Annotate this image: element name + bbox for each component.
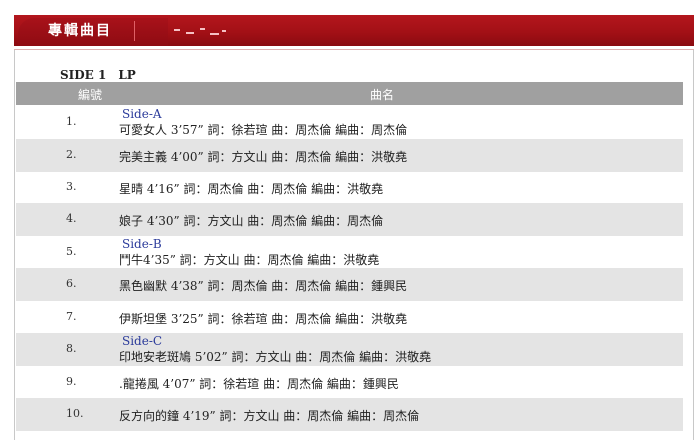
column-header-number: 編號 <box>78 88 103 102</box>
table-row: 7. 伊斯坦堡 3’25” 詞：徐若瑄 曲：周杰倫 編曲：洪敬堯 <box>16 301 683 334</box>
header-decoration <box>200 28 205 30</box>
header-decoration <box>222 30 226 32</box>
header-decoration <box>174 29 180 31</box>
track-number: 3. <box>66 180 77 193</box>
track-info: 娘子 4’30” 詞：方文山 曲：周杰倫 編曲：周杰倫 <box>119 214 384 228</box>
section-header-bar: 專輯曲目 <box>14 15 694 46</box>
track-number: 2. <box>66 148 77 161</box>
table-row: 5. Side-B 鬥牛4’35” 詞：方文山 曲：周杰倫 編曲：洪敬堯 <box>16 236 683 269</box>
side-marker: Side-C <box>122 334 163 348</box>
side-label: SIDE 1 LP <box>60 68 136 82</box>
track-info: 星晴 4’16” 詞：周杰倫 曲：周杰倫 編曲：洪敬堯 <box>119 182 384 196</box>
track-number: 5. <box>66 245 77 258</box>
table-row: 10. 反方向的鐘 4’19” 詞：方文山 曲：周杰倫 編曲：周杰倫 <box>16 398 683 431</box>
track-number: 7. <box>66 310 77 323</box>
header-divider <box>134 21 135 41</box>
track-info: 黑色幽默 4’38” 詞：周杰倫 曲：周杰倫 編曲：鍾興民 <box>119 279 408 293</box>
track-table-header: 編號 曲名 <box>16 82 683 105</box>
track-info: 可愛女人 3’57” 詞：徐若瑄 曲：周杰倫 編曲：周杰倫 <box>119 123 408 137</box>
header-decoration <box>186 32 194 34</box>
track-number: 8. <box>66 342 77 355</box>
table-row: 3. 星晴 4’16” 詞：周杰倫 曲：周杰倫 編曲：洪敬堯 <box>16 171 683 204</box>
track-number: 6. <box>66 277 77 290</box>
table-row: 2. 完美主義 4’00” 詞：方文山 曲：周杰倫 編曲：洪敬堯 <box>16 139 683 172</box>
table-row: 8. Side-C 印地安老斑鳩 5’02” 詞：方文山 曲：周杰倫 編曲：洪敬堯 <box>16 333 683 366</box>
side-marker: Side-A <box>122 107 162 121</box>
table-row: 4. 娘子 4’30” 詞：方文山 曲：周杰倫 編曲：周杰倫 <box>16 203 683 236</box>
header-underline <box>14 46 694 50</box>
table-row: 1. Side-A 可愛女人 3’57” 詞：徐若瑄 曲：周杰倫 編曲：周杰倫 <box>16 106 683 139</box>
track-info: 印地安老斑鳩 5’02” 詞：方文山 曲：周杰倫 編曲：洪敬堯 <box>119 350 432 364</box>
track-number: 1. <box>66 115 77 128</box>
side-marker: Side-B <box>122 237 162 251</box>
track-number: 9. <box>66 375 77 388</box>
track-number: 4. <box>66 212 77 225</box>
table-row: 6. 黑色幽默 4’38” 詞：周杰倫 曲：周杰倫 編曲：鍾興民 <box>16 268 683 301</box>
header-decoration <box>210 33 219 35</box>
column-header-title: 曲名 <box>370 88 395 102</box>
track-info: .龍捲風 4’07” 詞：徐若瑄 曲：周杰倫 編曲：鍾興民 <box>119 377 399 391</box>
track-info: 鬥牛4’35” 詞：方文山 曲：周杰倫 編曲：洪敬堯 <box>119 253 380 267</box>
track-number: 10. <box>66 407 84 420</box>
track-info: 反方向的鐘 4’19” 詞：方文山 曲：周杰倫 編曲：周杰倫 <box>119 409 420 423</box>
track-info: 完美主義 4’00” 詞：方文山 曲：周杰倫 編曲：洪敬堯 <box>119 150 408 164</box>
track-info: 伊斯坦堡 3’25” 詞：徐若瑄 曲：周杰倫 編曲：洪敬堯 <box>119 312 408 326</box>
table-row: 9. .龍捲風 4’07” 詞：徐若瑄 曲：周杰倫 編曲：鍾興民 <box>16 366 683 399</box>
section-title: 專輯曲目 <box>48 23 112 39</box>
